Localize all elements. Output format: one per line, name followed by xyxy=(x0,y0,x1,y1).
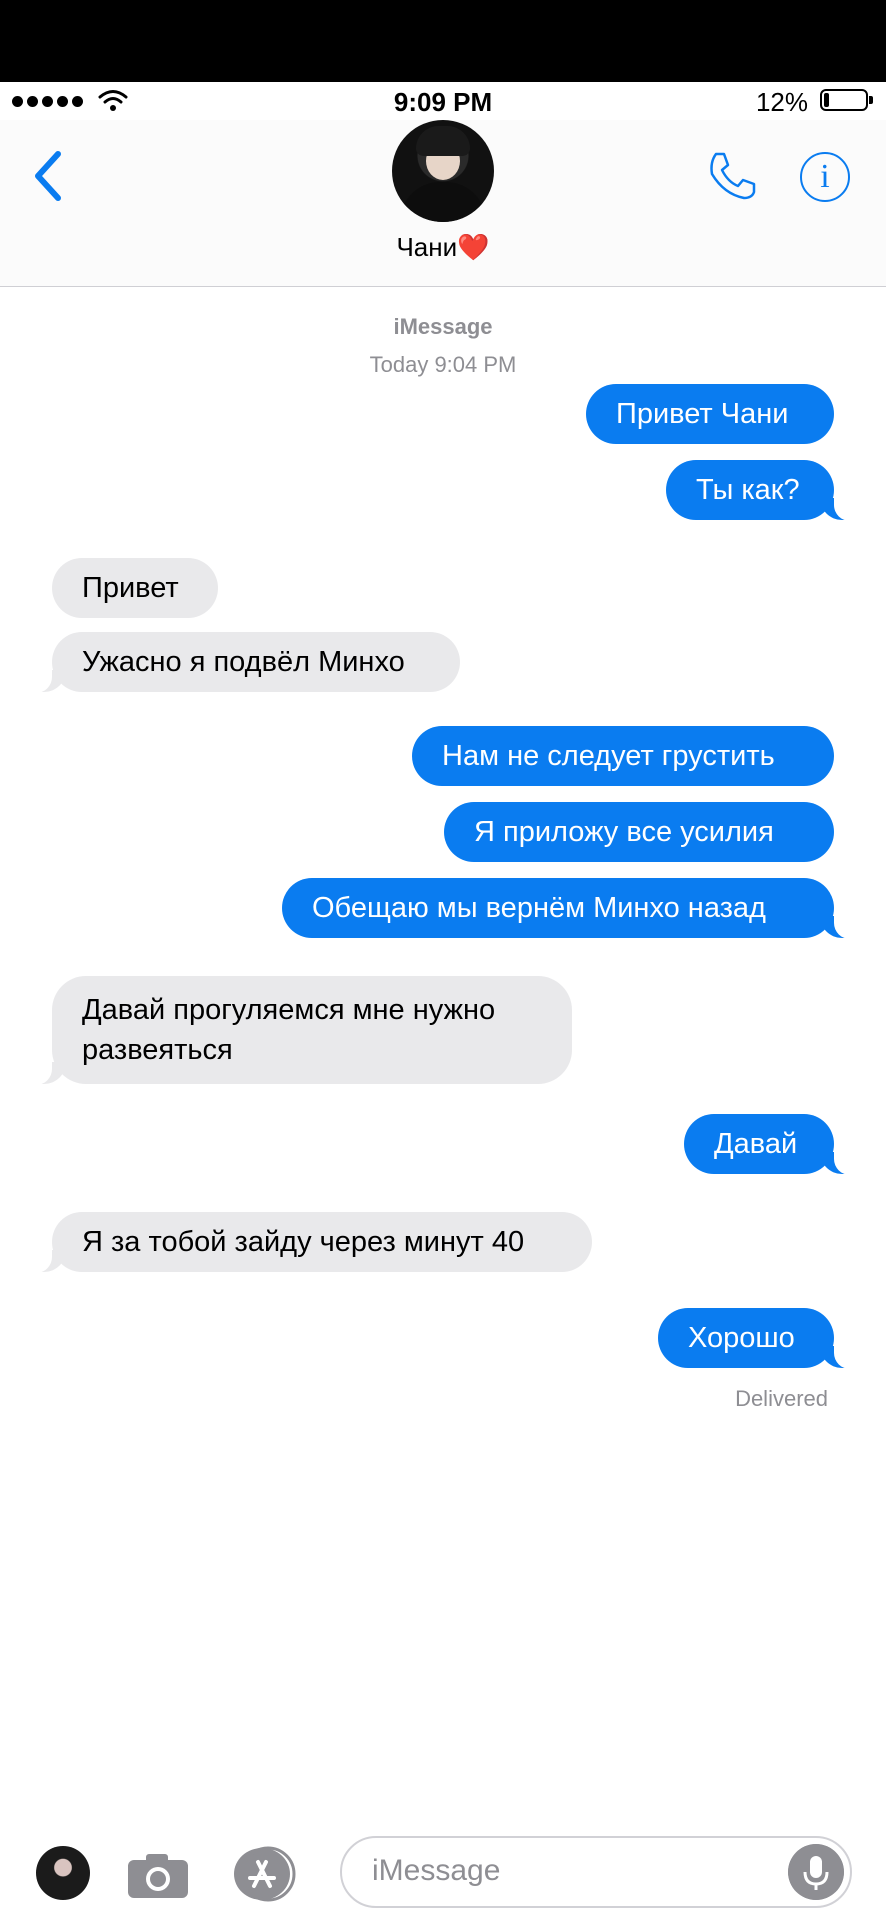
message-text: Привет xyxy=(82,572,179,604)
app-store-icon[interactable] xyxy=(232,1846,296,1902)
message-text: Хорошо xyxy=(688,1322,795,1354)
battery-icon xyxy=(820,89,873,111)
message-bubble-outgoing[interactable]: Я приложу все усилия xyxy=(444,802,834,862)
message-bubble-outgoing[interactable]: Обещаю мы вернём Минхо назад xyxy=(282,878,856,939)
message-bubble-outgoing[interactable]: Ты как? xyxy=(666,460,856,521)
composer-bar: iMessage xyxy=(0,1830,886,1920)
message-text: Я приложу все усилия xyxy=(474,816,774,848)
message-text: Давай xyxy=(714,1128,798,1160)
status-bar: 9:09 PM 12% xyxy=(0,82,886,120)
message-bubble-outgoing[interactable]: Хорошо xyxy=(658,1308,856,1369)
info-icon[interactable]: i xyxy=(800,152,850,202)
service-label: iMessage xyxy=(393,314,493,339)
message-text: Привет Чани xyxy=(616,398,789,430)
message-input-placeholder: iMessage xyxy=(372,1854,501,1887)
message-text: Я за тобой зайду через минут 40 xyxy=(82,1226,525,1258)
message-bubble-incoming[interactable]: Я за тобой зайду через минут 40 xyxy=(30,1212,592,1273)
chevron-left-icon[interactable] xyxy=(28,146,68,206)
message-text: Ты как? xyxy=(696,474,800,506)
phone-icon[interactable] xyxy=(706,150,758,202)
message-input[interactable]: iMessage xyxy=(340,1836,852,1908)
battery-percent: 12% xyxy=(755,87,808,117)
microphone-icon[interactable] xyxy=(788,1844,844,1900)
contact-avatar[interactable] xyxy=(392,120,494,222)
message-text-line2: развеяться xyxy=(82,1034,233,1066)
message-bubble-outgoing[interactable]: Привет Чани xyxy=(586,384,834,444)
battery-level-fill xyxy=(824,93,829,107)
message-text: Нам не следует грустить xyxy=(442,740,775,772)
message-bubble-incoming[interactable]: Привет xyxy=(52,558,218,618)
message-bubble-incoming[interactable]: Давай прогуляемся мне нужно развеяться xyxy=(30,976,572,1085)
top-black-bar xyxy=(0,0,886,82)
contact-name[interactable]: Чани❤️ xyxy=(0,232,886,263)
delivered-status: Delivered xyxy=(735,1386,828,1411)
message-bubble-outgoing[interactable]: Давай xyxy=(684,1114,856,1175)
memoji-avatar-button[interactable] xyxy=(36,1846,90,1900)
message-bubble-incoming[interactable]: Ужасно я подвёл Минхо xyxy=(30,632,460,693)
camera-icon[interactable] xyxy=(126,1852,190,1900)
conversation-header: Чани❤️ i xyxy=(0,120,886,287)
message-text: Давай прогуляемся мне нужно xyxy=(82,994,496,1026)
message-bubble-outgoing[interactable]: Нам не следует грустить xyxy=(412,726,834,786)
message-text: Обещаю мы вернём Минхо назад xyxy=(312,892,766,924)
thread-timestamp: Today 9:04 PM xyxy=(369,352,517,377)
status-time: 9:09 PM xyxy=(393,87,493,117)
message-text: Ужасно я подвёл Минхо xyxy=(82,646,405,678)
